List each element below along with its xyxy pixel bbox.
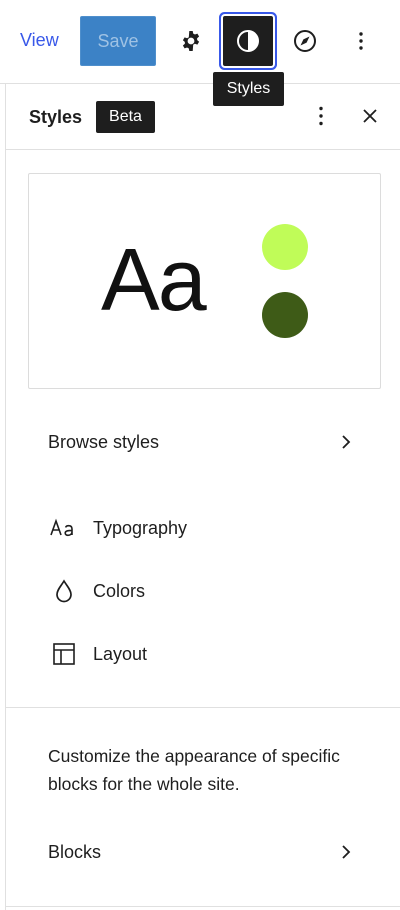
- beta-badge: Beta: [96, 101, 155, 133]
- blocks-description: Customize the appearance of specific blo…: [48, 746, 340, 794]
- preview-sample-text: Aa: [101, 230, 207, 329]
- styles-toggle-button[interactable]: [223, 16, 273, 66]
- navigation-button[interactable]: [280, 16, 330, 66]
- panel-options-button[interactable]: [303, 98, 339, 134]
- gear-icon: [182, 31, 200, 51]
- styles-sidebar: Styles Beta Aa Browse styles Typography …: [5, 84, 400, 910]
- blocks-label: Blocks: [48, 841, 102, 862]
- vertical-ellipsis-icon: [359, 32, 363, 50]
- editor-header: View Save Styles: [0, 0, 400, 106]
- typography-aa-icon: [50, 516, 78, 540]
- styles-tooltip: Styles: [213, 72, 284, 106]
- compass-icon: [294, 30, 316, 52]
- options-menu-button[interactable]: [336, 16, 386, 66]
- sidebar-item-typography[interactable]: Typography: [6, 506, 400, 550]
- section-divider: [6, 707, 400, 708]
- chevron-right-icon: [342, 845, 351, 859]
- style-preview[interactable]: Aa: [28, 173, 381, 389]
- half-circle-contrast-icon: [237, 30, 259, 52]
- layout-label: Layout: [93, 643, 148, 664]
- panel-title: Styles: [29, 107, 83, 127]
- typography-label: Typography: [93, 517, 188, 538]
- close-panel-button[interactable]: [352, 98, 388, 134]
- color-swatch-primary: [262, 224, 308, 270]
- view-link[interactable]: View: [20, 30, 59, 51]
- blocks-item[interactable]: Blocks: [6, 830, 400, 874]
- browse-styles-item[interactable]: Browse styles: [6, 420, 400, 464]
- vertical-ellipsis-icon: [319, 106, 323, 126]
- droplet-icon: [50, 579, 78, 603]
- settings-button[interactable]: [166, 16, 216, 66]
- bottom-divider: [6, 906, 400, 907]
- close-icon: [363, 109, 377, 123]
- sidebar-header: Styles Beta: [6, 84, 400, 150]
- save-button[interactable]: Save: [80, 16, 156, 66]
- sidebar-item-layout[interactable]: Layout: [6, 632, 400, 676]
- layout-icon: [50, 642, 78, 666]
- sidebar-item-colors[interactable]: Colors: [6, 569, 400, 613]
- browse-styles-label: Browse styles: [48, 431, 160, 452]
- color-swatch-secondary: [262, 292, 308, 338]
- colors-label: Colors: [93, 580, 146, 601]
- chevron-right-icon: [342, 435, 351, 449]
